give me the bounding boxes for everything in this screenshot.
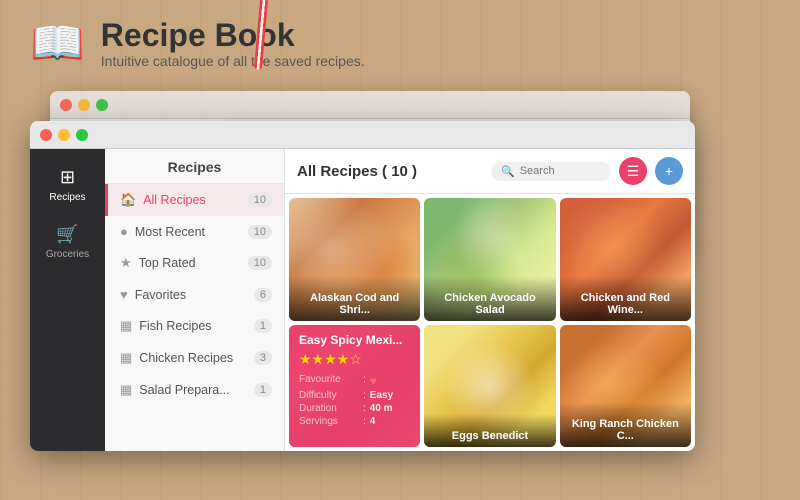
favourite-label: Favourite <box>299 374 359 388</box>
featured-title: Easy Spicy Mexi... <box>299 333 410 347</box>
recipe-card-1[interactable]: Alaskan Cod and Shri... <box>289 198 420 321</box>
chicken-recipes-badge: 3 <box>254 351 272 365</box>
recent-icon: ● <box>120 224 128 239</box>
recipe-label-3: Chicken and Red Wine... <box>560 276 691 321</box>
recipe-grid: Alaskan Cod and Shri... Chicken Avocado … <box>285 194 695 451</box>
sidebar-label-favorites: Favorites <box>135 288 186 302</box>
light-sidebar: Recipes 🏠 All Recipes 10 ● Most Recent <box>105 149 285 451</box>
dark-sidebar-label-groceries: Groceries <box>46 249 89 260</box>
main-window: ⊞ Recipes 🛒 Groceries Recipes 🏠 All Re <box>30 121 695 451</box>
recipe-label-1: Alaskan Cod and Shri... <box>289 276 420 321</box>
header-text: Recipe Book Intuitive catalogue of all t… <box>101 18 365 69</box>
app-header: 📖 Recipe Book Intuitive catalogue of all… <box>0 0 800 81</box>
close-dot[interactable] <box>60 99 72 111</box>
featured-stars: ★★★★☆ <box>299 351 410 368</box>
left-panel: ⊞ Recipes 🛒 Groceries Recipes 🏠 All Re <box>30 149 285 451</box>
salad-icon: ▦ <box>120 382 132 398</box>
main-content: All Recipes ( 10 ) 🔍 ☰ + Alaskan Cod and… <box>285 149 695 451</box>
duration-label: Duration <box>299 403 359 414</box>
recipes-icon: ⊞ <box>60 167 75 188</box>
all-recipes-badge: 10 <box>248 193 272 207</box>
recipe-label-5: Eggs Benedict <box>424 414 555 447</box>
dark-sidebar-recipes[interactable]: ⊞ Recipes <box>30 159 105 211</box>
heart-icon: ♥ <box>120 287 128 302</box>
sidebar-label-chicken-recipes: Chicken Recipes <box>139 351 233 365</box>
sidebar-label-salad: Salad Prepara... <box>139 383 229 397</box>
content-title: All Recipes ( 10 ) <box>297 163 483 180</box>
chicken-icon: ▦ <box>120 350 132 366</box>
difficulty-label: Difficulty <box>299 390 359 401</box>
main-maximize-dot[interactable] <box>76 129 88 141</box>
duration-val: 40 m <box>370 403 393 414</box>
difficulty-val: Easy <box>370 390 393 401</box>
recipe-card-5[interactable]: Eggs Benedict <box>424 325 555 448</box>
favorites-badge: 6 <box>254 288 272 302</box>
sidebar-item-top-rated[interactable]: ★ Top Rated 10 <box>105 247 284 279</box>
main-titlebar <box>30 121 695 149</box>
star-icon: ★ <box>120 255 132 271</box>
windows-area: Recipes 🏠 All Recipes 10 All Recipes ( 10… <box>30 81 770 431</box>
home-icon: 🏠 <box>120 192 136 208</box>
maximize-dot[interactable] <box>96 99 108 111</box>
recipe-card-2[interactable]: Chicken Avocado Salad <box>424 198 555 321</box>
content-header: All Recipes ( 10 ) 🔍 ☰ + <box>285 149 695 194</box>
top-rated-badge: 10 <box>248 256 272 270</box>
sidebar-item-most-recent[interactable]: ● Most Recent 10 <box>105 216 284 247</box>
info-row-favourite: Favourite : ♥ <box>299 374 410 388</box>
dark-sidebar: ⊞ Recipes 🛒 Groceries <box>30 149 105 451</box>
info-row-servings: Servings : 4 <box>299 416 410 427</box>
sidebar-label-fish-recipes: Fish Recipes <box>139 319 211 333</box>
servings-val: 4 <box>370 416 376 427</box>
search-box[interactable]: 🔍 <box>491 162 611 181</box>
groceries-icon: 🛒 <box>56 224 78 245</box>
favourite-heart: ♥ <box>370 374 377 388</box>
sidebar-header: Recipes <box>105 149 284 184</box>
add-recipe-button[interactable]: + <box>655 157 683 185</box>
sidebar-item-favorites[interactable]: ♥ Favorites 6 <box>105 279 284 310</box>
list-view-button[interactable]: ☰ <box>619 157 647 185</box>
featured-overlay: Easy Spicy Mexi... ★★★★☆ Favourite : ♥ D… <box>289 325 420 448</box>
search-input[interactable] <box>520 165 600 177</box>
most-recent-badge: 10 <box>248 225 272 239</box>
main-minimize-dot[interactable] <box>58 129 70 141</box>
info-row-duration: Duration : 40 m <box>299 403 410 414</box>
sidebar-item-all-recipes[interactable]: 🏠 All Recipes 10 <box>105 184 284 216</box>
bg-window-titlebar <box>50 91 690 119</box>
sidebar-label-all-recipes: All Recipes <box>143 193 206 207</box>
main-close-dot[interactable] <box>40 129 52 141</box>
fish-icon: ▦ <box>120 318 132 334</box>
dark-sidebar-groceries[interactable]: 🛒 Groceries <box>30 216 105 268</box>
sidebar-label-top-rated: Top Rated <box>139 256 196 270</box>
info-row-difficulty: Difficulty : Easy <box>299 390 410 401</box>
search-icon: 🔍 <box>501 165 515 178</box>
salad-badge: 1 <box>254 383 272 397</box>
sidebar-label-most-recent: Most Recent <box>135 225 205 239</box>
sidebar-item-chicken-recipes[interactable]: ▦ Chicken Recipes 3 <box>105 342 284 374</box>
recipe-label-6: King Ranch Chicken C... <box>560 402 691 447</box>
sidebar-item-salad[interactable]: ▦ Salad Prepara... 1 <box>105 374 284 406</box>
minimize-dot[interactable] <box>78 99 90 111</box>
recipe-card-6[interactable]: King Ranch Chicken C... <box>560 325 691 448</box>
app-title: Recipe Book <box>101 18 365 53</box>
recipe-label-2: Chicken Avocado Salad <box>424 276 555 321</box>
recipe-card-3[interactable]: Chicken and Red Wine... <box>560 198 691 321</box>
app-subtitle: Intuitive catalogue of all the saved rec… <box>101 53 365 69</box>
recipe-card-featured[interactable]: Easy Spicy Mexi... ★★★★☆ Favourite : ♥ D… <box>289 325 420 448</box>
fish-recipes-badge: 1 <box>254 319 272 333</box>
sidebar-item-fish-recipes[interactable]: ▦ Fish Recipes 1 <box>105 310 284 342</box>
dark-sidebar-label-recipes: Recipes <box>49 192 85 203</box>
app-icon: 📖 <box>30 22 85 66</box>
servings-label: Servings <box>299 416 359 427</box>
